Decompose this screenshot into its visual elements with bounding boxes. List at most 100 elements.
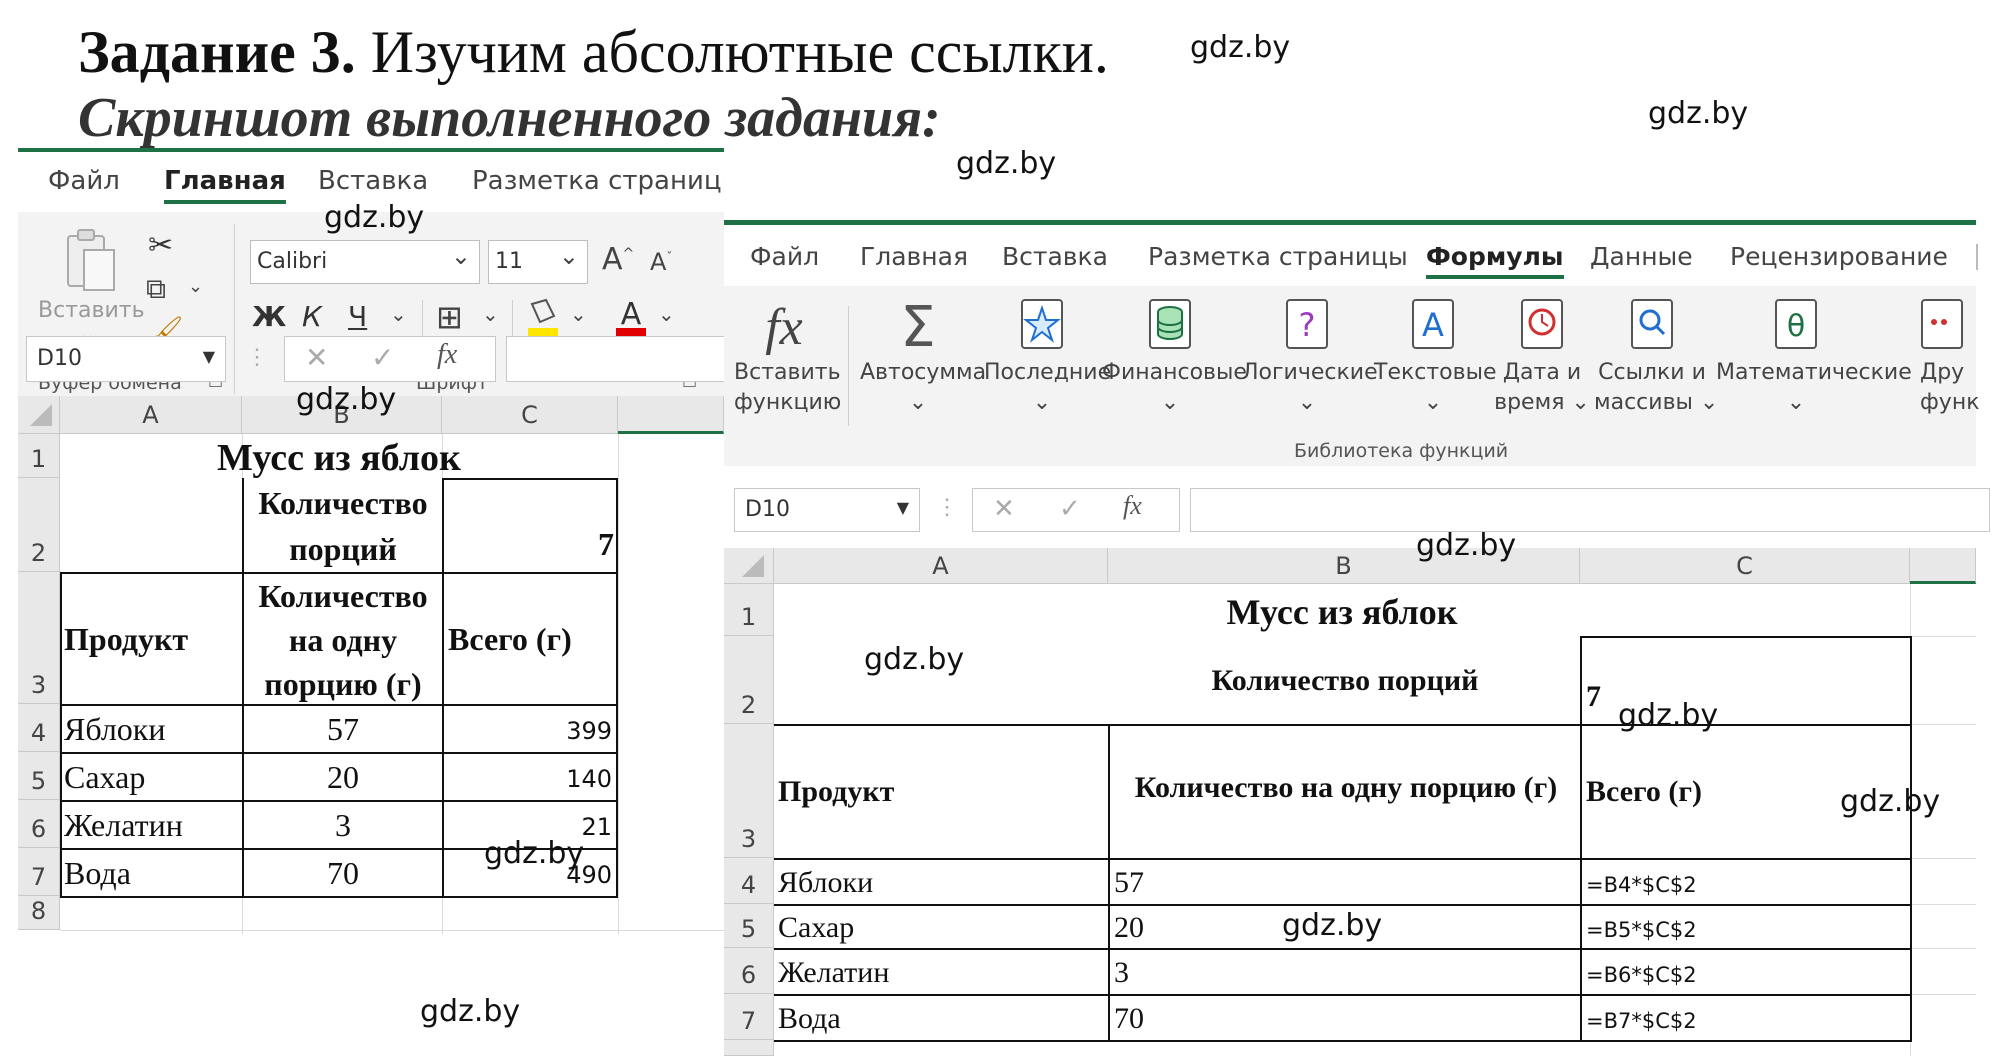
namebox-dropdown-icon[interactable]: ▼ [203,335,215,379]
row-header-4[interactable]: 4 [724,858,774,904]
financial-button[interactable]: Финансовые ⌄ [1102,298,1247,418]
column-header-a[interactable]: A [60,396,242,434]
item-total[interactable]: 140 [444,754,612,800]
sheet-title[interactable]: Мусс из яблок [774,584,1910,636]
font-color-chevron-icon[interactable]: ⌄ [658,302,675,327]
tab-home[interactable]: Главная [860,242,968,271]
enter-icon[interactable]: ✓ [1059,493,1081,524]
item-name[interactable]: Вода [778,996,1106,1040]
item-formula[interactable]: =B5*$C$2 [1586,906,1906,948]
font-family-select[interactable]: Calibri [250,235,480,284]
paste-icon[interactable] [62,228,118,294]
header-product[interactable]: Продукт [64,574,240,704]
lookup-reference-button[interactable]: Ссылки и массивы ⌄ [1594,298,1718,418]
row-header-7[interactable]: 7 [18,848,60,896]
item-qty[interactable]: 57 [1114,860,1578,904]
item-name[interactable]: Яблоки [778,860,1106,904]
row-header-2[interactable]: 2 [18,478,60,572]
shrink-font-icon[interactable]: Aˇ [650,248,672,276]
cancel-icon[interactable]: ✕ [993,493,1015,524]
copy-chevron-icon[interactable]: ⌄ [188,276,203,297]
item-qty[interactable]: 70 [244,850,442,896]
item-name[interactable]: Яблоки [64,706,240,752]
italic-icon[interactable]: К [302,300,322,333]
item-name[interactable]: Сахар [64,754,240,800]
enter-icon[interactable]: ✓ [371,341,394,374]
column-header-c[interactable]: C [442,396,618,434]
item-formula[interactable]: =B7*$C$2 [1586,996,1906,1040]
cut-icon[interactable]: ✂ [148,228,173,263]
math-trig-button[interactable]: θ Математические ⌄ [1716,298,1912,418]
item-qty[interactable]: 3 [1114,950,1578,994]
row-header-6[interactable]: 6 [724,948,774,994]
row-header-3[interactable]: 3 [724,724,774,858]
fill-color-icon[interactable] [526,296,560,340]
grow-font-icon[interactable]: A^ [602,242,634,277]
copy-icon[interactable]: ⧉ [146,272,166,306]
select-all-corner[interactable] [724,548,774,584]
header-per-portion[interactable]: Количество на одну порцию (г) [244,574,442,704]
column-header-d[interactable] [1910,548,1976,584]
portions-label[interactable]: Количество порций [1110,638,1580,724]
borders-chevron-icon[interactable]: ⌄ [482,302,499,327]
font-size-select[interactable]: 11 [488,235,588,284]
formula-input[interactable] [506,336,724,382]
column-header-a[interactable]: A [774,548,1108,584]
date-time-button[interactable]: Дата и время ⌄ [1494,298,1590,418]
tab-home[interactable]: Главная [164,166,286,204]
item-name[interactable]: Желатин [778,950,1106,994]
select-all-corner[interactable] [18,396,60,434]
insert-function-icon[interactable]: fx [437,339,457,371]
namebox[interactable]: D10 ▼ [734,488,920,532]
sheet-title[interactable]: Мусс из яблок [60,434,618,478]
row-header-5[interactable]: 5 [724,904,774,948]
recent-button[interactable]: Последние ⌄ [984,298,1111,418]
header-product[interactable]: Продукт [778,726,1106,858]
namebox-dropdown-icon[interactable]: ▼ [897,487,909,529]
tab-formulas[interactable]: Формулы [1426,242,1564,279]
cancel-icon[interactable]: ✕ [305,341,328,374]
insert-function-button[interactable]: fx Вставить функцию [734,298,841,418]
row-header-1[interactable]: 1 [18,434,60,478]
autosum-button[interactable]: Σ Автосумма ⌄ [860,298,986,418]
item-name[interactable]: Вода [64,850,240,896]
row-header-2[interactable]: 2 [724,636,774,724]
column-header-c[interactable]: C [1580,548,1910,584]
item-qty[interactable]: 3 [244,802,442,848]
item-qty[interactable]: 70 [1114,996,1578,1040]
tab-insert[interactable]: Вставка [318,166,428,196]
row-header-1[interactable]: 1 [724,584,774,636]
header-per-portion[interactable]: Количество на одну порцию (г) [1112,766,1580,858]
row-header-4[interactable]: 4 [18,704,60,752]
tab-insert[interactable]: Вставка [1002,242,1108,271]
formula-input[interactable] [1190,488,1990,532]
column-header-d[interactable] [618,396,724,434]
item-total[interactable]: 399 [444,706,612,752]
font-color-icon[interactable]: A [614,296,648,340]
logical-button[interactable]: ? Логические ⌄ [1242,298,1378,418]
row-header-7[interactable]: 7 [724,994,774,1040]
row-header-8[interactable] [724,1040,774,1056]
item-formula[interactable]: =B6*$C$2 [1586,950,1906,994]
underline-chevron-icon[interactable]: ⌄ [390,302,407,327]
row-header-5[interactable]: 5 [18,752,60,800]
tab-page-layout[interactable]: Разметка страницы [1148,242,1408,271]
row-header-8[interactable]: 8 [18,896,60,930]
portions-label[interactable]: Количество порций [244,480,442,572]
item-name[interactable]: Сахар [778,906,1106,948]
borders-icon[interactable]: ⊞ [436,298,463,336]
tab-page-layout[interactable]: Разметка страницы [472,166,724,196]
row-header-3[interactable]: 3 [18,572,60,704]
item-formula[interactable]: =B4*$C$2 [1586,860,1906,904]
tab-data[interactable]: Данные [1590,242,1693,271]
item-qty[interactable]: 20 [244,754,442,800]
text-button[interactable]: A Текстовые ⌄ [1374,298,1497,418]
tab-file[interactable]: Файл [750,242,819,271]
fill-color-chevron-icon[interactable]: ⌄ [570,302,587,327]
insert-function-icon[interactable]: fx [1123,491,1142,521]
more-functions-button[interactable]: Дру функ [1920,298,1980,418]
paste-label[interactable]: Вставить [38,298,145,323]
portions-value[interactable]: 7 [444,480,614,572]
item-qty[interactable]: 57 [244,706,442,752]
underline-icon[interactable]: Ч [348,300,367,333]
